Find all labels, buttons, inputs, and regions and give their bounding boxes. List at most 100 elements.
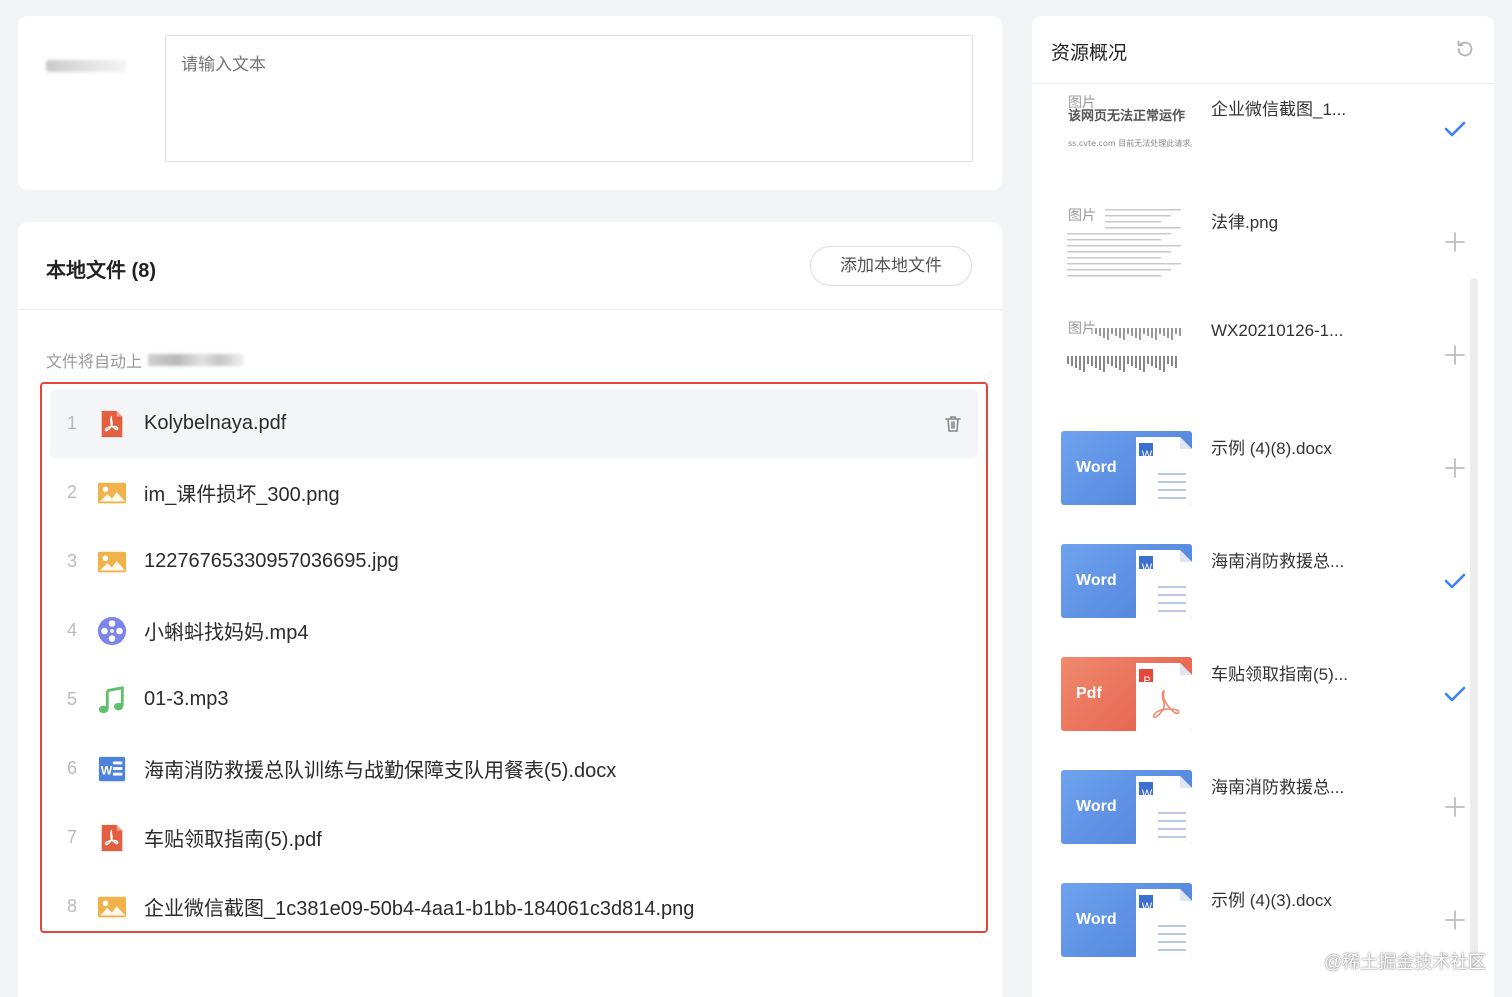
file-name: 01-3.mp3 xyxy=(144,688,229,710)
resource-item[interactable]: Pdf P 车贴领取指南(5)... xyxy=(1032,657,1472,770)
resource-name: 示例 (4)(8).docx xyxy=(1211,439,1332,458)
file-row[interactable]: 1 Kolybelnaya.pdf xyxy=(50,389,978,458)
doc-badge-letter: W xyxy=(1141,562,1153,574)
file-index: 7 xyxy=(66,827,77,847)
word-page-icon xyxy=(1136,776,1192,844)
image-icon xyxy=(96,477,128,509)
doc-type-label: Word xyxy=(1076,572,1117,589)
doc-badge-letter: W xyxy=(1141,449,1153,461)
file-name: 小蝌蚪找妈妈.mp4 xyxy=(144,622,309,644)
word-thumbnail: Word W xyxy=(1061,431,1192,505)
svg-text:W: W xyxy=(101,763,113,777)
refresh-icon[interactable] xyxy=(1454,38,1476,60)
doc-type-label: Pdf xyxy=(1076,685,1102,702)
plus-icon[interactable] xyxy=(1442,794,1468,820)
resource-scrollbar[interactable] xyxy=(1470,278,1478,968)
plus-icon[interactable] xyxy=(1442,455,1468,481)
svg-text:ss.cvte.com 目前无法处理此请求。: ss.cvte.com 目前无法处理此请求。 xyxy=(1068,138,1192,148)
file-row[interactable]: 8 企业微信截图_1c381e09-50b4-4aa1-b1bb-184061c3… xyxy=(50,872,978,941)
file-index: 3 xyxy=(66,551,77,571)
file-name: 1227676533095703​6695.jpg xyxy=(144,550,399,572)
doc-type-label: Word xyxy=(1076,459,1117,476)
resource-name: 车贴领取指南(5)... xyxy=(1211,665,1348,684)
image-icon xyxy=(96,546,128,578)
watermark: @稀土掘金技术社区 xyxy=(1324,952,1487,972)
file-name: im_课件损坏_300.png xyxy=(144,484,340,506)
pdf-page-icon xyxy=(1136,663,1192,731)
thumbnail-preview xyxy=(1067,328,1181,372)
word-thumbnail: Word W xyxy=(1061,770,1192,844)
resource-item[interactable]: 图片 该网页无法正常运作 ss.cvte.com 目前无法处理此请求。 企业微信截图_… xyxy=(1032,92,1472,205)
check-icon[interactable] xyxy=(1442,568,1468,594)
plus-icon[interactable] xyxy=(1442,907,1468,933)
file-row[interactable]: 4 小蝌蚪找妈妈.mp4 xyxy=(50,596,978,665)
word-page-icon xyxy=(1136,437,1192,505)
doc-type-label: Word xyxy=(1076,911,1117,928)
add-local-file-button[interactable]: 添加本地文件 xyxy=(810,246,972,286)
file-row[interactable]: 3 1227676533095703​6695.jpg xyxy=(50,527,978,596)
resource-name: 海南消防救援总... xyxy=(1211,552,1345,571)
thumbnail-preview xyxy=(1067,209,1181,277)
resource-name: 企业微信截图_1... xyxy=(1211,100,1347,119)
text-input[interactable] xyxy=(165,35,973,162)
word-page-icon xyxy=(1136,889,1192,957)
pdf-icon xyxy=(96,408,128,440)
file-name: Kolybelnaya.pdf xyxy=(144,412,287,434)
resource-item[interactable]: 图片 WX20210126-1... xyxy=(1032,318,1472,431)
blurred-hint-tail xyxy=(148,354,245,366)
svg-text:该网页无法正常运作: 该网页无法正常运作 xyxy=(1068,108,1185,124)
pdf-thumbnail: Pdf P xyxy=(1061,657,1192,731)
word-thumbnail: Word W xyxy=(1061,544,1192,618)
file-row[interactable]: 2 im_课件损坏_300.png xyxy=(50,458,978,527)
plus-icon[interactable] xyxy=(1442,229,1468,255)
text-input-card xyxy=(18,16,1002,190)
file-index: 5 xyxy=(66,689,77,709)
doc-badge-letter: P xyxy=(1143,675,1151,687)
thumbnail-preview: 该网页无法正常运作 ss.cvte.com 目前无法处理此请求。 xyxy=(1068,108,1192,148)
check-icon[interactable] xyxy=(1442,116,1468,142)
image-icon xyxy=(96,891,128,923)
file-row[interactable]: 7 车贴领取指南(5).pdf xyxy=(50,803,978,872)
word-page-icon xyxy=(1136,550,1192,618)
resource-item[interactable]: Word W 海南消防救援总... xyxy=(1032,770,1472,883)
auto-upload-hint: 文件将自动上 xyxy=(46,348,245,372)
resource-overview-title: 资源概况 xyxy=(1051,43,1128,64)
image-thumbnail: 图片 xyxy=(1061,318,1192,392)
resource-item[interactable]: Word W 海南消防救援总... xyxy=(1032,544,1472,657)
pdf-icon xyxy=(96,822,128,854)
resource-name: 法律.png xyxy=(1211,213,1279,232)
local-files-header: 本地文件 (8) 添加本地文件 xyxy=(18,222,1002,310)
file-list: 1 Kolybelnaya.pdf 2 im_课件损坏_300.png 3 1227676… xyxy=(40,382,988,933)
local-files-card: 本地文件 (8) 添加本地文件 文件将自动上 1 Kolybelnaya.pdf 2… xyxy=(18,222,1002,997)
file-name: 车贴领取指南(5).pdf xyxy=(144,829,322,851)
blurred-avatar-name xyxy=(46,60,126,72)
video-icon xyxy=(96,615,128,647)
file-name: 海南消防救援总队训练与战勤保障支队用餐表(5).docx xyxy=(144,760,617,782)
word-icon: W xyxy=(96,753,128,785)
word-thumbnail: Word W xyxy=(1061,883,1192,957)
file-name: 企业微信截图_1c381e09-50b4-4aa1-b1bb-184061c3d… xyxy=(144,898,695,920)
file-index: 4 xyxy=(66,620,77,640)
file-index: 6 xyxy=(66,758,77,778)
file-row[interactable]: 6 W 海南消防救援总队训练与战勤保障支队用餐表(5).docx xyxy=(50,734,978,803)
file-index: 2 xyxy=(66,482,77,502)
resource-item[interactable]: Word W 示例 (4)(8).docx xyxy=(1032,431,1472,544)
doc-type-label: Word xyxy=(1076,798,1117,815)
resource-item[interactable]: 图片 法律.png xyxy=(1032,205,1472,318)
check-icon[interactable] xyxy=(1442,681,1468,707)
doc-badge-letter: W xyxy=(1141,788,1153,800)
file-index: 8 xyxy=(66,896,77,916)
file-index: 1 xyxy=(66,413,77,433)
resource-item[interactable]: Word W 示例 (4)(3).docx xyxy=(1032,883,1472,996)
resource-name: 海南消防救援总... xyxy=(1211,778,1345,797)
image-thumbnail: 图片 xyxy=(1061,205,1192,279)
resource-name: 示例 (4)(3).docx xyxy=(1211,891,1332,910)
resource-name: WX20210126-1... xyxy=(1211,321,1344,340)
trash-icon[interactable] xyxy=(942,413,964,435)
doc-badge-letter: W xyxy=(1141,901,1153,913)
local-files-title: 本地文件 (8) xyxy=(46,260,156,282)
plus-icon[interactable] xyxy=(1442,342,1468,368)
music-icon xyxy=(96,684,128,716)
file-row[interactable]: 5 01-3.mp3 xyxy=(50,665,978,734)
auto-upload-hint-text: 文件将自动上 xyxy=(46,354,143,371)
